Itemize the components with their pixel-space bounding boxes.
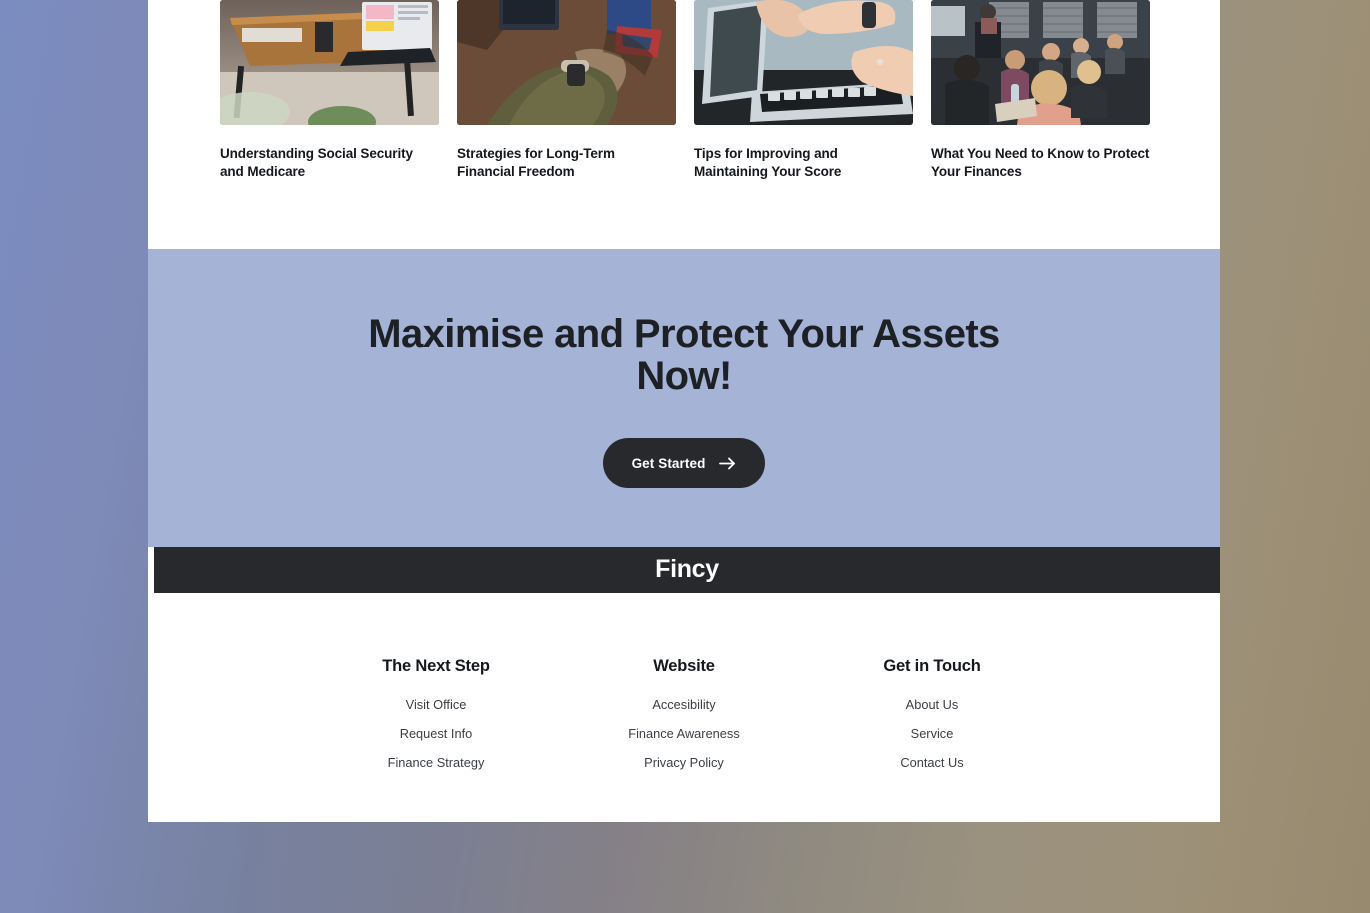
laptop-table-illustration [220,0,439,125]
web-page-viewport: Understanding Social Security and Medica… [148,0,1220,822]
article-thumbnail-laptop-table[interactable] [220,0,439,125]
footer-link-accesibility[interactable]: Accesibility [560,697,808,712]
footer-link-service[interactable]: Service [808,726,1056,741]
article-thumbnail-seminar-room[interactable] [931,0,1150,125]
get-started-button[interactable]: Get Started [602,438,766,489]
article-title: Strategies for Long-Term Financial Freed… [457,146,615,179]
footer-column-website: Website Accesibility Finance Awareness P… [560,657,808,770]
article-card-row: Understanding Social Security and Medica… [148,0,1220,181]
footer-column-get-in-touch: Get in Touch About Us Service Contact Us [808,657,1056,770]
footer-column-title: The Next Step [382,656,490,675]
footer-link-finance-strategy[interactable]: Finance Strategy [312,755,560,770]
overhead-desk-illustration [457,0,676,125]
article-title: What You Need to Know to Protect Your Fi… [931,146,1150,179]
footer-link-request-info[interactable]: Request Info [312,726,560,741]
footer-link-visit-office[interactable]: Visit Office [312,697,560,712]
cta-heading: Maximise and Protect Your Assets Now! [368,311,1000,399]
footer-link-privacy-policy[interactable]: Privacy Policy [560,755,808,770]
get-started-button-label: Get Started [631,455,706,471]
footer-columns: The Next Step Visit Office Request Info … [148,657,1220,770]
arrow-right-icon [719,457,736,470]
article-title: Understanding Social Security and Medica… [220,146,413,179]
article-title: Tips for Improving and Maintaining Your … [694,146,842,179]
article-card[interactable]: Strategies for Long-Term Financial Freed… [457,0,676,181]
brand-bar: Fincy [154,546,1220,593]
article-card[interactable]: Understanding Social Security and Medica… [220,0,439,181]
footer-column-the-next-step: The Next Step Visit Office Request Info … [312,657,560,770]
article-card[interactable]: Tips for Improving and Maintaining Your … [694,0,913,181]
article-thumbnail-hands-laptop[interactable] [694,0,913,125]
seminar-room-illustration [931,0,1150,125]
cta-section: Maximise and Protect Your Assets Now! Ge… [148,248,1220,547]
article-card[interactable]: What You Need to Know to Protect Your Fi… [931,0,1150,181]
site-footer: The Next Step Visit Office Request Info … [148,592,1220,822]
footer-column-title: Get in Touch [883,656,981,675]
footer-link-contact-us[interactable]: Contact Us [808,755,1056,770]
brand-name: Fincy [655,555,719,584]
hands-laptop-illustration [694,0,913,125]
footer-link-about-us[interactable]: About Us [808,697,1056,712]
article-thumbnail-overhead-desk[interactable] [457,0,676,125]
footer-column-title: Website [653,656,715,675]
footer-link-finance-awareness[interactable]: Finance Awareness [560,726,808,741]
